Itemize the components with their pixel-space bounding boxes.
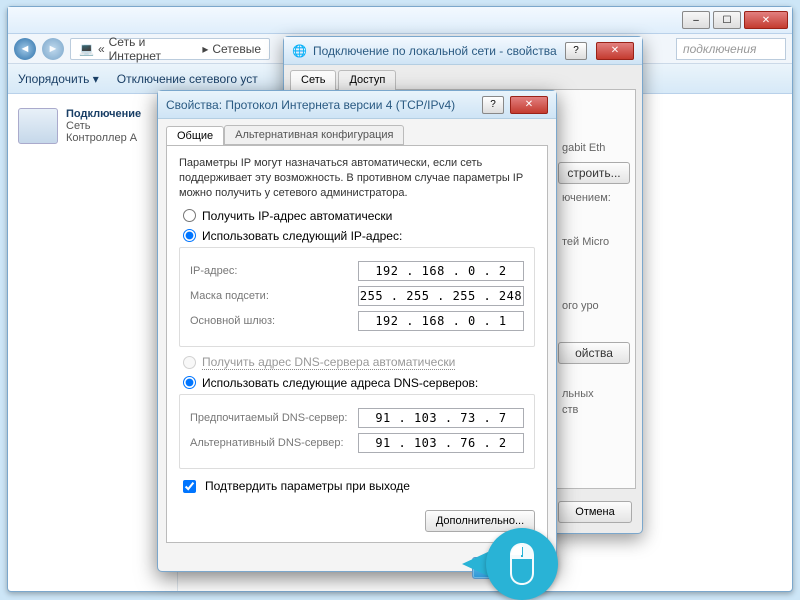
label-ip: IP-адрес: <box>190 265 358 277</box>
help-button[interactable]: ? <box>482 96 504 114</box>
conn-title: Подключение <box>66 108 141 120</box>
label-dns2: Альтернативный DNS-сервер: <box>190 437 358 449</box>
radio-auto-ip[interactable]: Получить IP-адрес автоматически <box>183 209 535 223</box>
disable-device-menu[interactable]: Отключение сетевого уст <box>117 72 258 86</box>
radio-use-ip[interactable]: Использовать следующий IP-адрес: <box>183 229 535 243</box>
breadcrumb-2[interactable]: Сетевые <box>212 42 261 56</box>
help-button[interactable]: ? <box>565 42 587 60</box>
close-button[interactable]: ✕ <box>510 96 548 114</box>
radio-auto-dns: Получить адрес DNS-сервера автоматически <box>183 355 535 370</box>
connection-item[interactable]: Подключение Сеть Контроллер A <box>14 104 171 148</box>
radio-auto-ip-label: Получить IP-адрес автоматически <box>202 209 392 223</box>
ipv4-info-text: Параметры IP могут назначаться автоматич… <box>179 156 535 201</box>
radio-use-dns[interactable]: Использовать следующие адреса DNS-сервер… <box>183 376 535 390</box>
label-gateway: Основной шлюз: <box>190 315 358 327</box>
cancel-button[interactable]: Отмена <box>558 501 632 523</box>
maximize-button[interactable]: ☐ <box>713 11 741 29</box>
ip-group: IP-адрес: 192 . 168 . 0 . 2 Маска подсет… <box>179 247 535 347</box>
connection-list: Подключение Сеть Контроллер A <box>8 94 178 591</box>
validate-label: Подтвердить параметры при выходе <box>205 479 410 493</box>
prop-tabs: Сеть Доступ <box>284 65 642 89</box>
radio-use-dns-label: Использовать следующие адреса DNS-сервер… <box>202 376 478 390</box>
validate-checkbox-row[interactable]: Подтвердить параметры при выходе <box>179 477 535 496</box>
input-dns1[interactable]: 91 . 103 . 73 . 7 <box>358 408 524 428</box>
label-mask: Маска подсети: <box>190 290 358 302</box>
network-icon: 💻 <box>79 42 94 56</box>
label-dns1: Предпочитаемый DNS-сервер: <box>190 412 358 424</box>
prop-peek: gabit Eth строить... ючением: тей Micro … <box>558 140 630 418</box>
input-gateway[interactable]: 192 . 168 . 0 . 1 <box>358 311 524 331</box>
properties-button[interactable]: ойства <box>558 342 630 364</box>
prop-title: Подключение по локальной сети - свойства <box>313 44 565 58</box>
dns-group: Предпочитаемый DNS-сервер: 91 . 103 . 73… <box>179 394 535 469</box>
connection-icon-small: 🌐 <box>292 44 307 58</box>
close-button[interactable]: ✕ <box>744 11 788 29</box>
ipv4-properties-dialog: Свойства: Протокол Интернета версии 4 (T… <box>157 90 557 572</box>
minimize-button[interactable]: – <box>682 11 710 29</box>
radio-use-ip-input[interactable] <box>183 229 196 242</box>
radio-auto-dns-input <box>183 356 196 369</box>
configure-button[interactable]: строить... <box>558 162 630 184</box>
radio-use-dns-input[interactable] <box>183 376 196 389</box>
back-button[interactable]: ◄ <box>14 38 36 60</box>
explorer-titlebar: – ☐ ✕ <box>8 7 792 34</box>
forward-button[interactable]: ► <box>42 38 64 60</box>
ipv4-title: Свойства: Протокол Интернета версии 4 (T… <box>166 98 482 112</box>
close-button[interactable]: ✕ <box>596 42 634 60</box>
radio-auto-dns-label: Получить адрес DNS-сервера автоматически <box>202 355 455 370</box>
ipv4-pane: Параметры IP могут назначаться автоматич… <box>166 145 548 543</box>
mouse-callout-icon <box>486 528 558 600</box>
search-box[interactable]: подключения <box>676 38 786 60</box>
input-dns2[interactable]: 91 . 103 . 76 . 2 <box>358 433 524 453</box>
connection-icon <box>18 108 58 144</box>
conn-line3: Контроллер A <box>66 132 141 144</box>
radio-auto-ip-input[interactable] <box>183 209 196 222</box>
input-ip[interactable]: 192 . 168 . 0 . 2 <box>358 261 524 281</box>
conn-line2: Сеть <box>66 120 141 132</box>
validate-checkbox[interactable] <box>183 480 196 493</box>
tab-network[interactable]: Сеть <box>290 70 336 90</box>
input-mask[interactable]: 255 . 255 . 255 . 248 <box>358 286 524 306</box>
tab-sharing[interactable]: Доступ <box>338 70 396 90</box>
breadcrumb[interactable]: 💻 « Сеть и Интернет ▸ Сетевые <box>70 38 270 60</box>
radio-use-ip-label: Использовать следующий IP-адрес: <box>202 229 402 243</box>
breadcrumb-1[interactable]: Сеть и Интернет <box>109 35 199 63</box>
organize-menu[interactable]: Упорядочить ▾ <box>18 72 99 86</box>
tab-alternate[interactable]: Альтернативная конфигурация <box>224 125 404 145</box>
tab-general[interactable]: Общие <box>166 126 224 146</box>
